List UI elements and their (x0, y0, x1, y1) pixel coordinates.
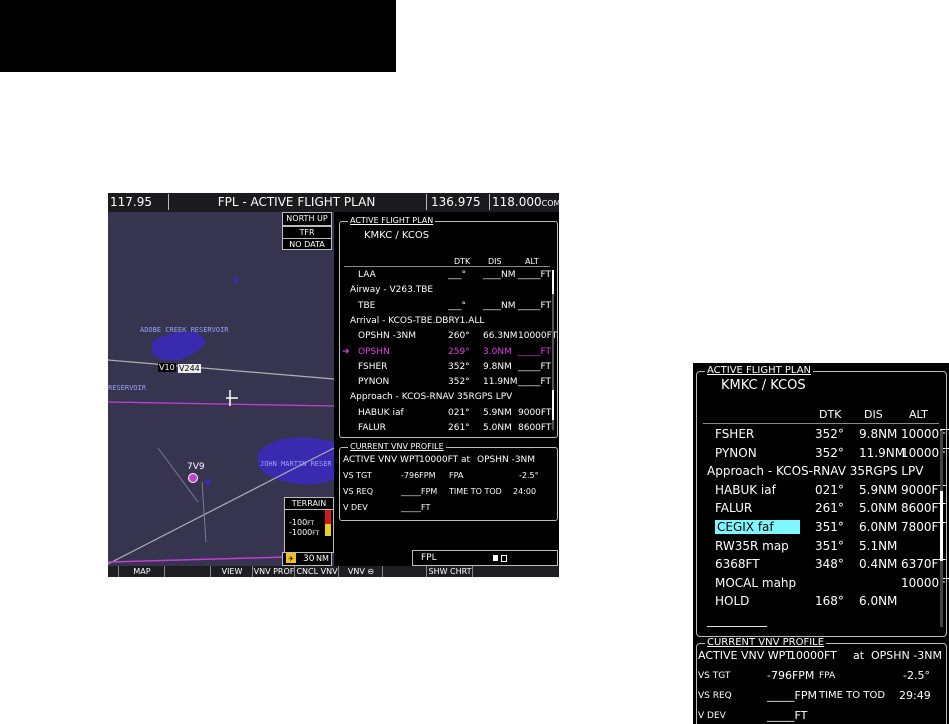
reservoir-label: JOHN MARTIN RESER (260, 460, 332, 468)
selected-waypoint-name: CEGIX faf (715, 520, 800, 534)
waypoint-dtk: 352° (448, 361, 470, 372)
waypoint-name: HABUK iaf (358, 407, 404, 418)
waypoint-name: TBE (358, 300, 376, 311)
flight-plan-row[interactable]: OPSHN -3NM 260° 66.3NM 10000FT (340, 330, 557, 342)
waypoint-name: Airway - V263.TBE (350, 285, 434, 296)
airport-icon (188, 473, 198, 483)
terrain-yellow-band (325, 524, 331, 536)
tfr-status-box: TFR NO DATA (282, 226, 332, 250)
page-title: FPL - ACTIVE FLIGHT PLAN (168, 194, 424, 210)
tfr-status: NO DATA (289, 240, 325, 249)
waypoint-dtk: 352° (448, 377, 470, 388)
softkey-3[interactable] (164, 566, 211, 577)
waypoint-dtk: 260° (448, 331, 470, 342)
softkey-shw-chrt[interactable]: SHW CHRT (426, 566, 473, 577)
scrollbar[interactable] (552, 270, 554, 430)
waypoint-alt: _____FT (518, 361, 552, 372)
waypoint-alt: _____FT (518, 270, 552, 280)
softkey-vnv-direct[interactable]: VNV ⊖ (338, 566, 383, 577)
softkey-10[interactable] (472, 566, 559, 577)
route-label: KMKC / KCOS (364, 230, 430, 241)
flight-plan-row[interactable]: FSHER 352° 9.8NM _____FT (340, 361, 557, 373)
mfd-screen: 117.95 FPL - ACTIVE FLIGHT PLAN 136.975 … (108, 193, 559, 577)
flight-plan-row[interactable]: Airway - V263.TBE (340, 284, 557, 296)
softkey-8[interactable] (382, 566, 427, 577)
waypoint-alt: _____FT (518, 377, 552, 388)
waypoint-dtk: ___° (448, 270, 466, 280)
vnv-profile-panel: CURRENT VNV PROFILE ACTIVE VNV WPT 10000… (339, 442, 558, 521)
waypoint-dis: ____NM (483, 270, 516, 280)
waypoint-name: FALUR (358, 423, 386, 433)
waypoint-alt: 8600FT (518, 423, 552, 433)
terrain-red-band (325, 510, 331, 524)
range-arrows-icon: ✈ (286, 553, 296, 563)
panel-title: CURRENT VNV PROFILE (348, 442, 446, 451)
waypoint-name: Arrival - KCOS-TBE.DBRY1.ALL (350, 315, 485, 326)
waypoint-dtk: 021° (448, 407, 470, 418)
waypoint-dis: ____NM (483, 300, 516, 311)
top-status-bar: 117.95 FPL - ACTIVE FLIGHT PLAN 136.975 … (108, 193, 559, 212)
com-active-frequency[interactable]: 118.000COM2 (492, 194, 559, 210)
zoom-flight-plan-row[interactable]: __________ (693, 609, 949, 631)
airway-label: V244 (178, 364, 201, 373)
flight-plan-row[interactable]: PYNON 352° 11.9NM _____FT (340, 376, 557, 388)
waypoint-dis: 3.0NM (483, 346, 512, 357)
com-standby-frequency[interactable]: 136.975 (426, 194, 490, 210)
navigation-map[interactable]: NORTH UP TFR NO DATA ADOBE CREEK RESERVO… (108, 212, 334, 566)
orientation-label[interactable]: NORTH UP (282, 212, 332, 226)
flight-plan-row[interactable]: Approach - KCOS-RNAV 35RGPS LPV (340, 391, 557, 403)
waypoint-alt: 9000FT (518, 407, 552, 418)
nav-frequency: 117.95 (110, 195, 152, 209)
header-block (0, 0, 396, 72)
softkey-view[interactable]: VIEW (210, 566, 253, 577)
zoom-route-label: KMKC / KCOS (721, 378, 806, 393)
waypoint-dis: 9.8NM (483, 361, 512, 372)
map-range[interactable]: ✈ 30 NM (282, 552, 332, 566)
softkey-bar: MAP VIEW VNV PROF CNCL VNV VNV ⊖ SHW CHR… (108, 566, 559, 577)
active-leg-arrow-icon: ➜ (342, 346, 350, 357)
softkey-1[interactable] (108, 566, 118, 577)
waypoint-name: OPSHN -3NM (358, 331, 417, 342)
waypoint-name: Approach - KCOS-RNAV 35RGPS LPV (350, 392, 513, 403)
waypoint-name: OPSHN (358, 346, 390, 357)
flight-plan-row[interactable]: FALUR 261° 5.0NM 8600FT (340, 422, 557, 434)
airway-label: V10 (158, 363, 176, 372)
zoom-waypoint-name: __________ (707, 613, 767, 627)
reservoir-label: RESERVOIR (108, 384, 146, 392)
waypoint-alt: _____FT (518, 300, 552, 311)
flight-plan-row[interactable]: LAA ___° ____NM _____FT (340, 269, 557, 281)
active-flight-plan-panel: ACTIVE FLIGHT PLAN KMKC / KCOS DTK DIS A… (339, 216, 558, 438)
waypoint-dis: 5.9NM (483, 407, 512, 418)
waypoint-name: PYNON (358, 377, 390, 388)
waypoint-dtk: ___° (448, 300, 466, 311)
flight-plan-row[interactable]: TBE ___° ____NM _____FT (340, 300, 557, 312)
waypoint-dis: 11.9NM (483, 377, 518, 388)
airport-label: 7V9 (187, 462, 205, 472)
softkey-vnv-prof[interactable]: VNV PROF (252, 566, 295, 577)
waypoint-name: LAA (358, 270, 376, 280)
softkey-cncl-vnv[interactable]: CNCL VNV (294, 566, 339, 577)
waypoint-name: FSHER (358, 361, 388, 372)
terrain-legend: TERRAIN -100FT -1000FT (284, 497, 334, 553)
zoom-scrollbar[interactable] (940, 431, 943, 627)
flight-plan-row[interactable]: HABUK iaf 021° 5.9NM 9000FT (340, 407, 557, 419)
waypoint-alt: _____FT (518, 346, 552, 357)
zoomed-flight-plan-view: ACTIVE FLIGHT PLAN KMKC / KCOS DTK DIS A… (693, 363, 949, 724)
softkey-map[interactable]: MAP (118, 566, 165, 577)
flight-plan-row[interactable]: OPSHN ➜ 259° 3.0NM _____FT (340, 346, 557, 358)
waypoint-dis: 5.0NM (483, 423, 512, 433)
waypoint-dtk: 261° (448, 423, 470, 433)
panel-title: ACTIVE FLIGHT PLAN (348, 216, 436, 225)
waypoint-dtk: 259° (448, 346, 470, 357)
waypoint-dis: 66.3NM (483, 331, 518, 342)
page-group-indicator: FPL (412, 550, 558, 566)
reservoir-label: ADOBE CREEK RESERVOIR (140, 326, 229, 334)
flight-plan-row[interactable]: Arrival - KCOS-TBE.DBRY1.ALL (340, 315, 557, 327)
